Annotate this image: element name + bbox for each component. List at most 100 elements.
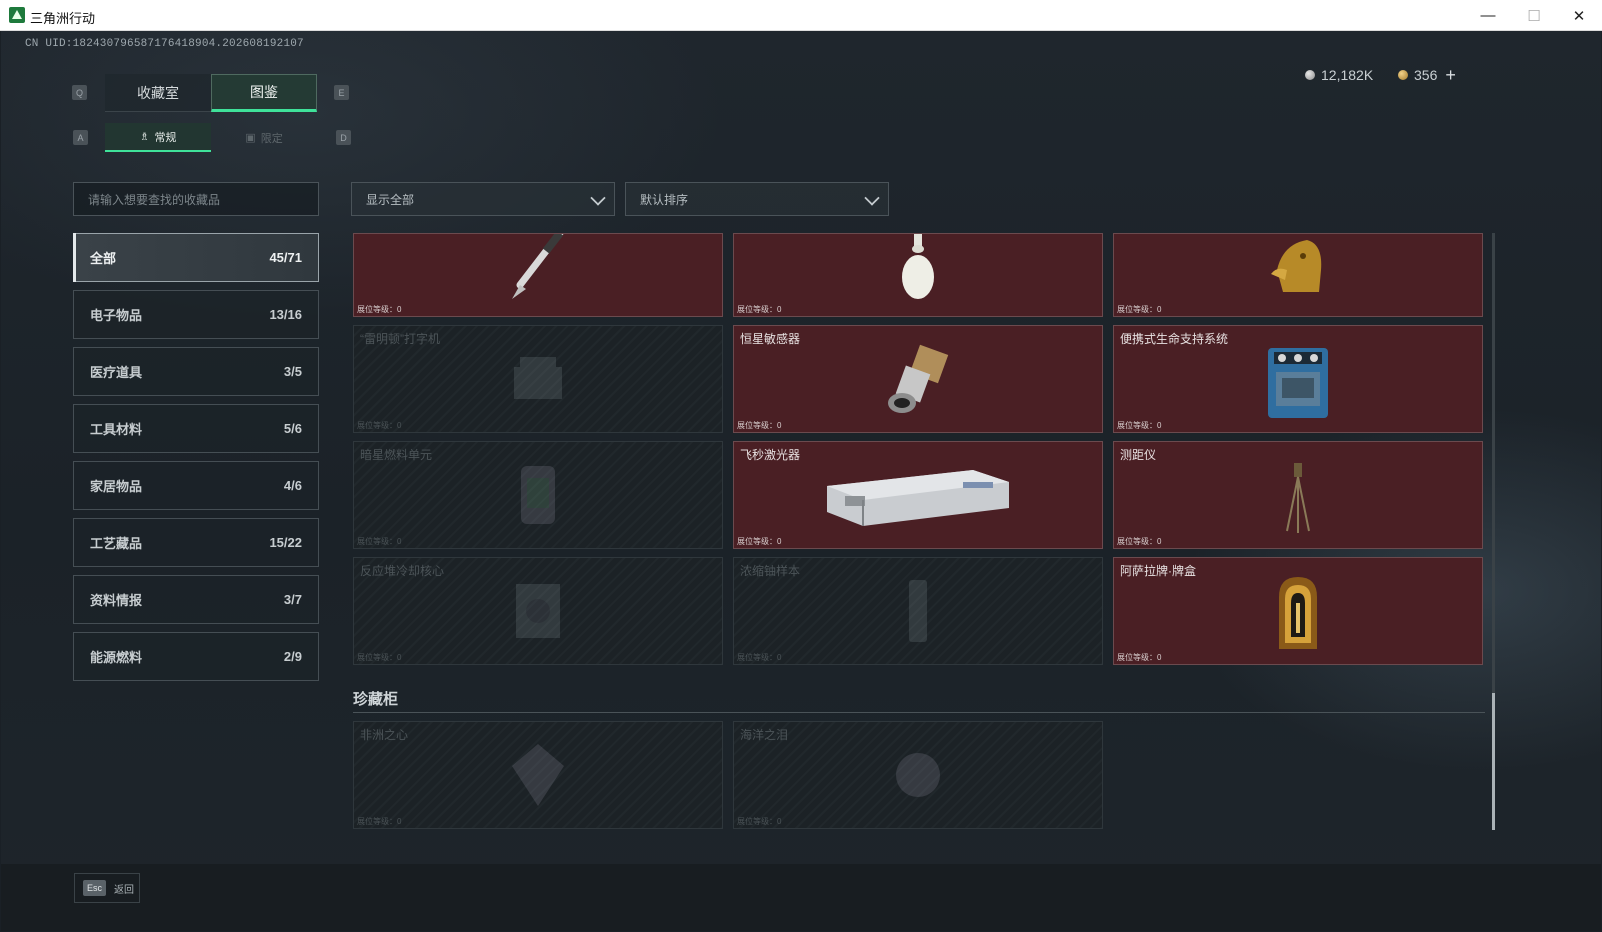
section-title: 珍藏柜 <box>353 691 399 708</box>
chevron-down-icon <box>864 190 880 206</box>
category-count: 15/22 <box>269 535 302 550</box>
tab-catalog[interactable]: 图鉴 <box>211 74 317 112</box>
item-name: 非洲之心 <box>360 728 409 742</box>
category-count: 4/6 <box>283 478 302 493</box>
item-card[interactable]: 反应堆冷却核心 展位等级：0 <box>353 557 723 665</box>
key-d-hint: D <box>336 130 351 145</box>
item-name: 阿萨拉牌·牌盒 <box>1120 564 1196 578</box>
category-label: 全部 <box>90 251 117 266</box>
bottom-bar <box>1 864 1601 931</box>
key-q-hint: Q <box>72 85 87 100</box>
filter-dropdown-value: 显示全部 <box>366 192 415 207</box>
item-name: 便携式生命支持系统 <box>1120 332 1229 346</box>
item-card[interactable]: 展位等级：0 <box>733 233 1103 317</box>
item-card[interactable]: 暗星燃料单元 展位等级：0 <box>353 441 723 549</box>
category-label: 工具材料 <box>90 422 143 437</box>
close-button[interactable]: ✕ <box>1556 0 1602 31</box>
category-label: 工艺藏品 <box>90 536 143 551</box>
item-card[interactable]: 浓缩铀样本 展位等级：0 <box>733 557 1103 665</box>
uranium-sample-icon <box>909 580 927 642</box>
category-label: 资料情报 <box>90 593 143 608</box>
booth-level: 展位等级：0 <box>737 537 782 546</box>
booth-level: 展位等级：0 <box>1117 653 1162 662</box>
booth-level: 展位等级：0 <box>357 421 402 430</box>
reactor-core-icon <box>516 584 560 638</box>
item-card[interactable]: “雷明顿”打字机 展位等级：0 <box>353 325 723 433</box>
booth-level: 展位等级：0 <box>737 421 782 430</box>
chevron-down-icon <box>590 190 606 206</box>
section-divider <box>353 712 1485 713</box>
item-card[interactable]: 测距仪 展位等级：0 <box>1113 441 1483 549</box>
item-card[interactable]: 展位等级：0 <box>1113 233 1483 317</box>
item-name: 浓缩铀样本 <box>740 564 801 578</box>
filter-dropdown[interactable]: 显示全部 <box>351 182 615 216</box>
minimize-button[interactable]: — <box>1465 0 1511 31</box>
category-all[interactable]: 全部 45/71 <box>73 233 319 282</box>
search-input[interactable]: 请输入想要查找的收藏品 <box>73 182 319 216</box>
category-intel[interactable]: 资料情报 3/7 <box>73 575 319 624</box>
item-name: 暗星燃料单元 <box>360 448 433 462</box>
item-name: 飞秒激光器 <box>740 448 801 462</box>
category-tools[interactable]: 工具材料 5/6 <box>73 404 319 453</box>
maximize-button[interactable]: ☐ <box>1511 0 1557 31</box>
category-count: 3/7 <box>283 592 302 607</box>
sort-dropdown[interactable]: 默认排序 <box>625 182 889 216</box>
category-label: 能源燃料 <box>90 650 143 665</box>
back-button[interactable]: Esc 返回 <box>74 873 140 903</box>
laser-box-icon <box>827 470 1009 527</box>
tab-collection-room[interactable]: 收藏室 <box>105 74 211 112</box>
gold-currency[interactable]: 356 + <box>1398 65 1456 86</box>
scrollbar[interactable] <box>1492 233 1495 830</box>
booth-level: 展位等级：0 <box>357 817 402 826</box>
item-name: 海洋之泪 <box>740 728 789 742</box>
booth-level: 展位等级：0 <box>737 653 782 662</box>
item-card[interactable]: 便携式生命支持系统 展位等级：0 <box>1113 325 1483 433</box>
sort-dropdown-value: 默认排序 <box>640 192 689 207</box>
item-card[interactable]: 阿萨拉牌·牌盒 展位等级：0 <box>1113 557 1483 665</box>
category-medical[interactable]: 医疗道具 3/5 <box>73 347 319 396</box>
card-box-icon <box>1279 577 1317 650</box>
gold-amount: 356 <box>1414 67 1438 83</box>
item-card[interactable]: 飞秒激光器 展位等级：0 <box>733 441 1103 549</box>
booth-level: 展位等级：0 <box>737 817 782 826</box>
game-viewport: CN UID:182430796587176418904.20260819210… <box>1 31 1601 931</box>
back-label: 返回 <box>114 884 135 896</box>
booth-level: 展位等级：0 <box>737 305 782 314</box>
subtab-limited-label: 限定 <box>260 132 283 145</box>
category-count: 5/6 <box>283 421 302 436</box>
item-name: 测距仪 <box>1120 448 1157 462</box>
scrollbar-thumb[interactable] <box>1492 693 1495 830</box>
window-titlebar: 三角洲行动 — ☐ ✕ <box>0 0 1602 31</box>
category-energy[interactable]: 能源燃料 2/9 <box>73 632 319 681</box>
category-count: 3/5 <box>283 364 302 379</box>
add-currency-button[interactable]: + <box>1445 65 1456 86</box>
category-crafts[interactable]: 工艺藏品 15/22 <box>73 518 319 567</box>
golden-horse-head-icon <box>1271 240 1322 293</box>
booth-level: 展位等级：0 <box>357 537 402 546</box>
item-card[interactable]: 恒星敏感器 展位等级：0 <box>733 325 1103 433</box>
image-icon: ▣ <box>245 132 256 144</box>
star-sensor-icon <box>888 344 949 414</box>
item-name: 恒星敏感器 <box>740 332 801 346</box>
window-title: 三角洲行动 <box>30 11 96 26</box>
category-household[interactable]: 家居物品 4/6 <box>73 461 319 510</box>
cabinet-item-card[interactable]: 非洲之心 展位等级：0 <box>353 721 723 829</box>
esc-key-hint: Esc <box>83 880 107 896</box>
key-a-hint: A <box>73 130 88 145</box>
category-count: 2/9 <box>283 649 302 664</box>
category-label: 家居物品 <box>90 479 143 494</box>
item-card[interactable]: 展位等级：0 <box>353 233 723 317</box>
gem-icon <box>512 744 564 806</box>
cabinet-item-card[interactable]: 海洋之泪 展位等级：0 <box>733 721 1103 829</box>
fuel-cell-icon <box>521 466 555 524</box>
category-electronics[interactable]: 电子物品 13/16 <box>73 290 319 339</box>
silver-currency: 12,182K <box>1305 66 1373 84</box>
item-name: “雷明顿”打字机 <box>360 332 440 346</box>
item-name: 反应堆冷却核心 <box>360 564 445 578</box>
booth-level: 展位等级：0 <box>1117 305 1162 314</box>
subtab-regular-label: 常规 <box>154 131 177 144</box>
subtab-limited[interactable]: ▣ 限定 <box>211 123 317 152</box>
subtab-regular[interactable]: ♗ 常规 <box>105 123 211 152</box>
tripod-icon <box>1286 463 1310 534</box>
booth-level: 展位等级：0 <box>1117 421 1162 430</box>
